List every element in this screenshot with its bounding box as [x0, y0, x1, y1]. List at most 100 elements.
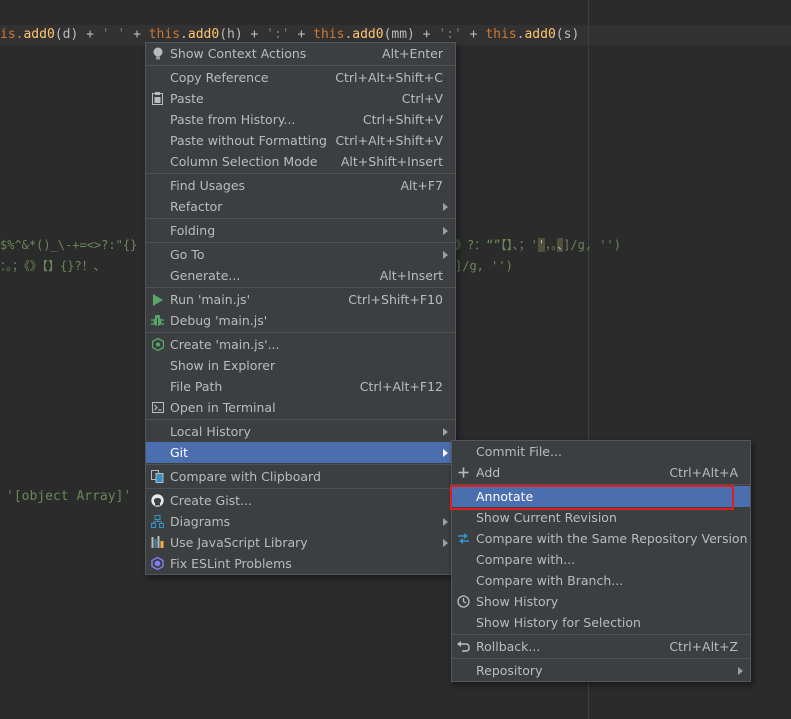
code-token: add0	[352, 27, 384, 42]
code-token: this	[485, 27, 517, 42]
code-token: (h) +	[219, 27, 267, 42]
menu-item-show-context-actions[interactable]: Show Context Actions Alt+Enter	[146, 43, 455, 64]
lightbulb-icon	[151, 47, 164, 60]
editor-context-menu: Show Context Actions Alt+Enter Copy Refe…	[145, 42, 456, 575]
history-icon	[457, 595, 470, 608]
menu-separator	[146, 242, 455, 243]
menu-item-column-selection-mode[interactable]: Column Selection Mode Alt+Shift+Insert	[146, 151, 455, 172]
menu-item-label: Run 'main.js'	[170, 292, 251, 307]
menu-item-create-config[interactable]: Create 'main.js'...	[146, 334, 455, 355]
menu-item-paste-from-history[interactable]: Paste from History... Ctrl+Shift+V	[146, 109, 455, 130]
submenu-arrow-icon	[443, 539, 448, 547]
menu-item-label: Generate...	[170, 268, 241, 283]
code-token: this	[148, 27, 181, 42]
rollback-icon	[457, 640, 470, 653]
menu-item-rollback[interactable]: Rollback... Ctrl+Alt+Z	[452, 636, 750, 657]
menu-item-show-current-revision[interactable]: Show Current Revision	[452, 507, 750, 528]
code-token: .	[180, 27, 188, 42]
menu-item-label: Show History	[476, 594, 559, 609]
menu-item-show-history[interactable]: Show History	[452, 591, 750, 612]
code-token: this	[313, 27, 345, 42]
code-token: +	[125, 27, 149, 42]
menu-item-label: Fix ESLint Problems	[170, 556, 292, 571]
submenu-arrow-icon	[443, 428, 448, 436]
shortcut-label: Alt+Insert	[379, 268, 443, 283]
menu-item-add[interactable]: Add Ctrl+Alt+A	[452, 462, 750, 483]
shortcut-label: Ctrl+Alt+Shift+V	[335, 133, 443, 148]
menu-item-debug[interactable]: Debug 'main.js'	[146, 310, 455, 331]
menu-item-label: Annotate	[476, 489, 534, 504]
code-line: 》?：“”【】、；''，。、]/g, '')	[455, 235, 621, 255]
menu-item-compare-with[interactable]: Compare with...	[452, 549, 750, 570]
menu-item-label: Show in Explorer	[170, 358, 276, 373]
shortcut-label: Ctrl+V	[401, 91, 443, 106]
submenu-arrow-icon	[738, 667, 743, 675]
menu-separator	[146, 332, 455, 333]
menu-item-paste-without-formatting[interactable]: Paste without Formatting Ctrl+Alt+Shift+…	[146, 130, 455, 151]
shortcut-label: Ctrl+Shift+F10	[348, 292, 443, 307]
menu-separator	[452, 658, 750, 659]
menu-item-compare-with-branch[interactable]: Compare with Branch...	[452, 570, 750, 591]
code-token: ':'	[266, 27, 290, 42]
menu-item-label: Diagrams	[170, 514, 231, 529]
menu-item-fix-eslint-problems[interactable]: Fix ESLint Problems	[146, 553, 455, 574]
menu-item-label: Compare with Branch...	[476, 573, 624, 588]
submenu-arrow-icon	[443, 449, 448, 457]
github-icon	[151, 494, 164, 507]
menu-item-label: Folding	[170, 223, 216, 238]
menu-item-compare-with-clipboard[interactable]: Compare with Clipboard	[146, 466, 455, 487]
menu-item-go-to[interactable]: Go To	[146, 244, 455, 265]
menu-item-folding[interactable]: Folding	[146, 220, 455, 241]
submenu-arrow-icon	[443, 518, 448, 526]
menu-separator	[146, 464, 455, 465]
menu-item-create-gist[interactable]: Create Gist...	[146, 490, 455, 511]
menu-item-use-javascript-library[interactable]: Use JavaScript Library	[146, 532, 455, 553]
code-token: ]/g, '')	[563, 238, 621, 252]
shortcut-label: Ctrl+Shift+V	[362, 112, 443, 127]
menu-item-label: Copy Reference	[170, 70, 269, 85]
menu-item-file-path[interactable]: File Path Ctrl+Alt+F12	[146, 376, 455, 397]
shortcut-label: Ctrl+Alt+F12	[359, 379, 443, 394]
menu-item-commit-file[interactable]: Commit File...	[452, 441, 750, 462]
menu-item-show-in-explorer[interactable]: Show in Explorer	[146, 355, 455, 376]
menu-item-git[interactable]: Git	[146, 442, 455, 463]
menu-item-paste[interactable]: Paste Ctrl+V	[146, 88, 455, 109]
menu-item-label: Compare with Clipboard	[170, 469, 321, 484]
nodejs-icon	[151, 338, 164, 351]
menu-item-open-in-terminal[interactable]: Open in Terminal	[146, 397, 455, 418]
menu-item-local-history[interactable]: Local History	[146, 421, 455, 442]
code-token: ':'	[438, 27, 462, 42]
code-line: '[object Array]'	[6, 489, 132, 504]
code-token: (mm) +	[383, 27, 439, 42]
menu-item-copy-reference[interactable]: Copy Reference Ctrl+Alt+Shift+C	[146, 67, 455, 88]
shortcut-label: Ctrl+Alt+A	[669, 465, 738, 480]
menu-item-label: Column Selection Mode	[170, 154, 318, 169]
menu-item-generate[interactable]: Generate... Alt+Insert	[146, 265, 455, 286]
menu-item-repository[interactable]: Repository	[452, 660, 750, 681]
clipboard-icon	[151, 92, 164, 105]
menu-item-refactor[interactable]: Refactor	[146, 196, 455, 217]
menu-item-label: Add	[476, 465, 501, 480]
menu-separator	[146, 173, 455, 174]
code-token: add0	[524, 27, 556, 42]
menu-separator	[452, 634, 750, 635]
menu-item-label: Local History	[170, 424, 251, 439]
code-token: is.	[0, 27, 24, 42]
eslint-icon	[151, 557, 164, 570]
submenu-arrow-icon	[443, 203, 448, 211]
menu-item-label: Rollback...	[476, 639, 541, 654]
menu-item-compare-same-repository-version[interactable]: Compare with the Same Repository Version	[452, 528, 750, 549]
menu-item-show-history-for-selection[interactable]: Show History for Selection	[452, 612, 750, 633]
menu-item-find-usages[interactable]: Find Usages Alt+F7	[146, 175, 455, 196]
menu-item-label: Show History for Selection	[476, 615, 641, 630]
code-line: $%^&*()_\-+=<>?:"{}	[0, 238, 138, 252]
menu-item-diagrams[interactable]: Diagrams	[146, 511, 455, 532]
compare-arrows-icon	[457, 532, 470, 545]
menu-item-label: Debug 'main.js'	[170, 313, 268, 328]
menu-item-label: Refactor	[170, 199, 223, 214]
menu-item-label: Compare with...	[476, 552, 576, 567]
menu-item-annotate[interactable]: Annotate	[452, 486, 750, 507]
git-submenu: Commit File... Add Ctrl+Alt+A Annotate S…	[451, 440, 751, 682]
menu-item-run[interactable]: Run 'main.js' Ctrl+Shift+F10	[146, 289, 455, 310]
code-token: ' '	[101, 27, 126, 42]
